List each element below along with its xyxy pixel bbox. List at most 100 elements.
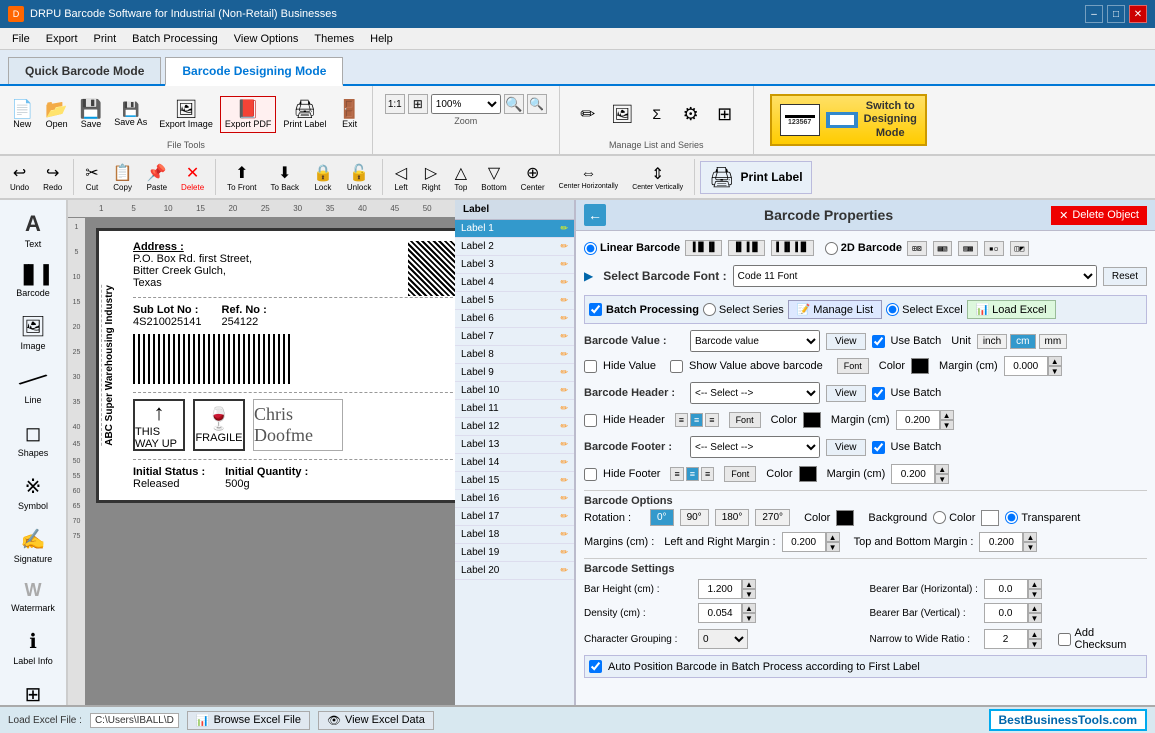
switch-designing-btn[interactable]: 123567 Switch toDesigningMode <box>770 94 927 146</box>
bearer-horiz-up[interactable]: ▲ <box>1028 579 1042 589</box>
bar-height-down[interactable]: ▼ <box>742 589 756 599</box>
value-color-box[interactable] <box>911 358 929 374</box>
footer-font-btn[interactable]: Font <box>724 466 756 482</box>
transparent-radio[interactable] <box>1005 511 1018 524</box>
save-btn[interactable]: 💾Save <box>75 96 107 133</box>
use-batch-header-check[interactable] <box>872 387 885 400</box>
line-tool[interactable]: ╱ Line <box>3 360 63 412</box>
footer-color-box[interactable] <box>799 466 817 482</box>
menu-file[interactable]: File <box>4 31 38 47</box>
menu-batch[interactable]: Batch Processing <box>124 31 226 47</box>
grid-manage-btn[interactable]: ⊞ <box>709 101 741 127</box>
paste-btn[interactable]: 📌Paste <box>141 160 173 195</box>
font-select-dropdown[interactable]: Code 11 Font Code 39 Font Code 128 Font … <box>733 265 1097 287</box>
manage-list-btn[interactable]: 📝 Manage List <box>788 300 882 319</box>
header-align-right-btn[interactable]: ≡ <box>705 413 718 427</box>
new-btn[interactable]: 📄New <box>6 96 38 133</box>
to-front-btn[interactable]: ⬆To Front <box>221 160 262 195</box>
tab-quick-barcode[interactable]: Quick Barcode Mode <box>8 57 161 84</box>
select-series-radio[interactable] <box>703 303 716 316</box>
value-margin-down[interactable]: ▼ <box>1048 366 1062 376</box>
bar-height-input[interactable] <box>698 579 742 599</box>
bc-sym-2[interactable]: ▐▌▐▐▌ <box>728 240 765 256</box>
barcode-header-view-btn[interactable]: View <box>826 385 866 402</box>
symbol-tool[interactable]: ※ Symbol <box>3 467 63 518</box>
char-grouping-select[interactable]: 012 <box>698 629 748 649</box>
export-image-btn[interactable]: 🖼Export Image <box>154 96 218 133</box>
shapes-tool[interactable]: ◻ Shapes <box>3 414 63 465</box>
use-batch-value-check[interactable] <box>872 335 885 348</box>
align-left-btn[interactable]: ◁Left <box>388 160 413 195</box>
tb-margin-input[interactable] <box>979 532 1023 552</box>
lr-margin-input[interactable] <box>782 532 826 552</box>
zoom-lock-btn[interactable]: 1:1 <box>385 94 405 114</box>
zoom-in-btn[interactable]: 🔍 <box>504 94 524 114</box>
menu-themes[interactable]: Themes <box>306 31 362 47</box>
bg-color-box[interactable] <box>981 510 999 526</box>
lr-margin-down[interactable]: ▼ <box>826 542 840 552</box>
bearer-horiz-input[interactable] <box>984 579 1028 599</box>
twod-barcode-radio-label[interactable]: 2D Barcode <box>825 242 902 255</box>
bc-sym-1[interactable]: ▐▐▌▐▌ <box>685 240 722 256</box>
open-btn[interactable]: 📂Open <box>40 96 72 133</box>
bc-2d-sym-5[interactable]: ◫◩ <box>1010 241 1030 256</box>
to-back-btn[interactable]: ⬇To Back <box>265 160 305 195</box>
value-margin-up[interactable]: ▲ <box>1048 356 1062 366</box>
center-horiz-btn[interactable]: ⇔Center Horizontally <box>553 162 625 193</box>
menu-print[interactable]: Print <box>86 31 125 47</box>
label-item-20[interactable]: Label 20✏ <box>455 562 574 580</box>
bearer-vert-down[interactable]: ▼ <box>1028 613 1042 623</box>
text-tool[interactable]: A Text <box>3 204 63 256</box>
copy-btn[interactable]: 📋Copy <box>107 160 139 195</box>
barcode-value-select[interactable]: Barcode value <box>690 330 820 352</box>
image-manage-btn[interactable]: 🖼 <box>606 101 639 127</box>
close-btn[interactable]: ✕ <box>1129 5 1147 23</box>
barcode-footer-view-btn[interactable]: View <box>826 439 866 456</box>
hide-header-check[interactable] <box>584 414 597 427</box>
label-item-5[interactable]: Label 5✏ <box>455 292 574 310</box>
canvas-scroll[interactable]: ABC Super Warehousing Industry Address :… <box>86 218 455 705</box>
label-item-6[interactable]: Label 6✏ <box>455 310 574 328</box>
watermark-tool[interactable]: W Watermark <box>3 573 63 620</box>
value-margin-input[interactable] <box>1004 356 1048 376</box>
cut-btn[interactable]: ✂Cut <box>79 160 104 195</box>
bc-2d-sym-3[interactable]: ▨▩ <box>958 241 978 256</box>
header-margin-up[interactable]: ▲ <box>940 410 954 420</box>
select-excel-radio[interactable] <box>886 303 899 316</box>
header-margin-down[interactable]: ▼ <box>940 420 954 430</box>
bc-2d-sym-2[interactable]: ▦▧ <box>933 241 953 256</box>
label-item-18[interactable]: Label 18✏ <box>455 526 574 544</box>
maximize-btn[interactable]: □ <box>1107 5 1125 23</box>
grid-tool[interactable]: ⊞ Grid <box>3 675 63 705</box>
header-font-btn[interactable]: Font <box>729 412 761 428</box>
menu-help[interactable]: Help <box>362 31 401 47</box>
formula-btn[interactable]: Σ <box>641 103 673 125</box>
bg-color-radio[interactable] <box>933 511 946 524</box>
unit-cm[interactable]: cm <box>1010 334 1035 349</box>
bearer-horiz-down[interactable]: ▼ <box>1028 589 1042 599</box>
redo-btn[interactable]: ↪Redo <box>37 160 68 195</box>
unit-mm[interactable]: mm <box>1039 334 1068 349</box>
label-item-4[interactable]: Label 4✏ <box>455 274 574 292</box>
label-card[interactable]: ABC Super Warehousing Industry Address :… <box>96 228 455 503</box>
linear-barcode-radio-label[interactable]: Linear Barcode <box>584 242 680 255</box>
select-series-radio-label[interactable]: Select Series <box>703 303 784 316</box>
delete-object-btn[interactable]: ✕ Delete Object <box>1051 206 1147 225</box>
barcode-header-select[interactable]: <-- Select --> <box>690 382 820 404</box>
twod-barcode-radio[interactable] <box>825 242 838 255</box>
label-item-13[interactable]: Label 13✏ <box>455 436 574 454</box>
unit-inch[interactable]: inch <box>977 334 1007 349</box>
label-item-7[interactable]: Label 7✏ <box>455 328 574 346</box>
label-info-tool[interactable]: ℹ Label Info <box>3 622 63 673</box>
footer-align-right-btn[interactable]: ≡ <box>701 467 714 481</box>
header-align-left-btn[interactable]: ≡ <box>675 413 688 427</box>
narrow-wide-input[interactable] <box>984 629 1028 649</box>
label-item-14[interactable]: Label 14✏ <box>455 454 574 472</box>
linear-barcode-radio[interactable] <box>584 242 597 255</box>
signature-tool[interactable]: ✍ Signature <box>3 520 63 571</box>
transparent-radio-label[interactable]: Transparent <box>1005 511 1080 524</box>
label-item-10[interactable]: Label 10✏ <box>455 382 574 400</box>
barcode-footer-select[interactable]: <-- Select --> <box>690 436 820 458</box>
barcode-tool[interactable]: ▐▌▐ Barcode <box>3 258 63 305</box>
save-as-btn[interactable]: 💾Save As <box>109 98 152 131</box>
